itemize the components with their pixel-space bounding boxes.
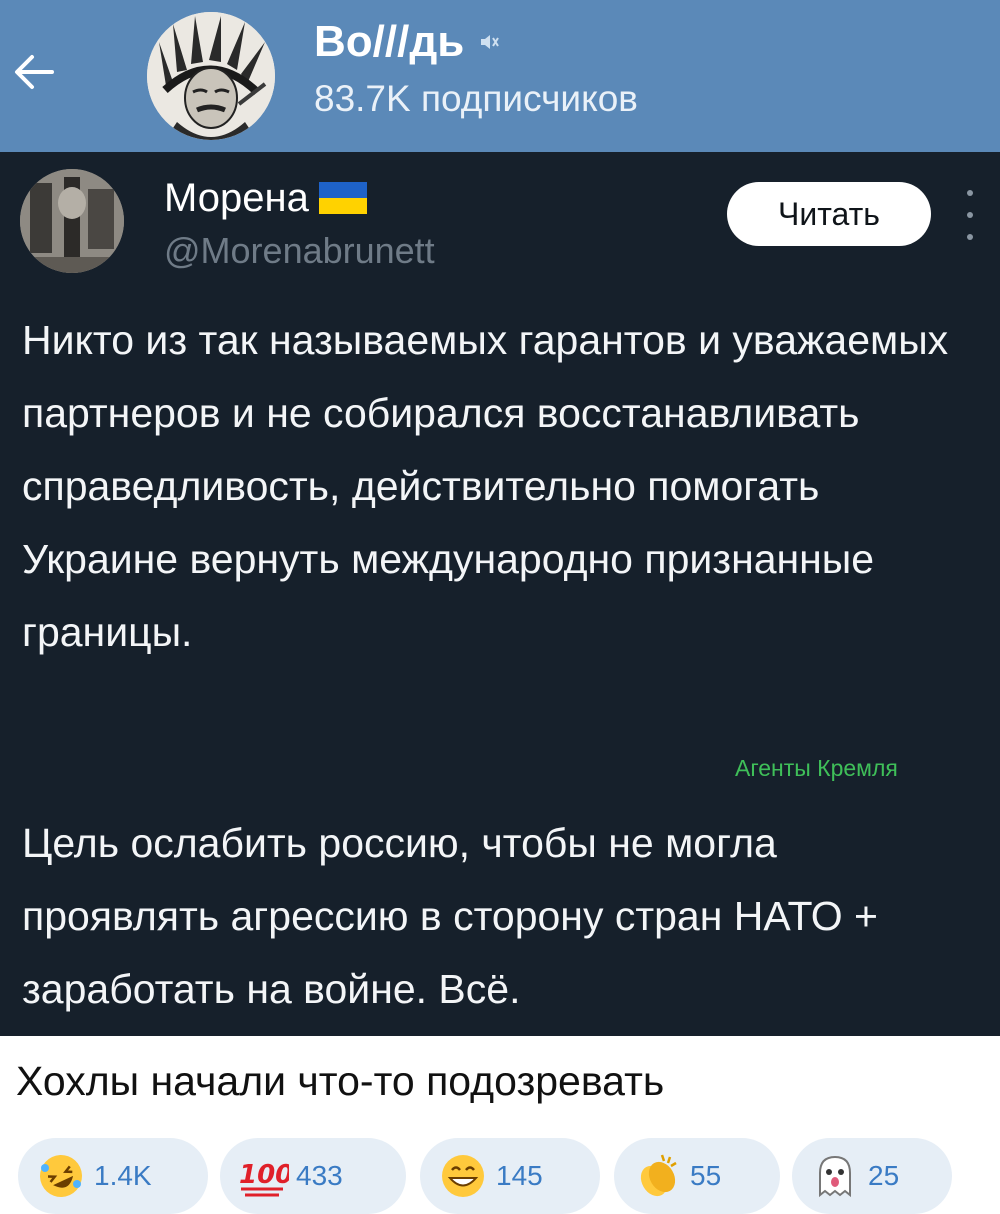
reaction-count: 433 [296, 1160, 343, 1191]
back-button[interactable] [6, 44, 62, 100]
reaction-hundred-points[interactable]: 100 433 [220, 1138, 406, 1214]
tweet-author-avatar-image [20, 169, 124, 273]
channel-header: Во///дь 83.7K подписчиков [0, 0, 1000, 152]
arrow-left-icon [15, 55, 54, 89]
channel-avatar[interactable] [147, 12, 275, 140]
tweet-author-handle: @Morenabrunett [164, 230, 435, 271]
clapping-hands-emoji-icon [630, 1149, 684, 1203]
reaction-grinning[interactable]: 145 [420, 1138, 600, 1214]
post-caption: Хохлы начали что-то подозревать [16, 1058, 665, 1104]
ukraine-flag-icon [318, 182, 367, 214]
reaction-rolling-laughing[interactable]: 1.4K [18, 1138, 208, 1214]
tweet-author-name: Морена [164, 175, 309, 220]
reaction-clapping[interactable]: 55 [614, 1138, 780, 1214]
reaction-ghost[interactable]: 25 [792, 1138, 952, 1214]
subscriber-count: 83.7K подписчиков [314, 78, 638, 119]
tweet-paragraph-2: Цель ослабить россию, чтобы не могла про… [22, 820, 878, 1012]
tweet-author-name-row: Морена [164, 174, 367, 222]
channel-title-row[interactable]: Во///дь [314, 12, 500, 72]
tweet-author-avatar [20, 169, 124, 273]
muted-speaker-icon [481, 35, 500, 49]
read-button[interactable]: Читать [727, 182, 931, 246]
channel-title: Во///дь [314, 17, 465, 66]
channel-avatar-image [147, 12, 275, 140]
reactions-bar: 1.4K 100 433 145 55 25 [0, 1138, 1000, 1214]
hundred-points-emoji-icon: 100 [236, 1149, 290, 1203]
svg-text:100: 100 [239, 1160, 289, 1190]
reaction-count: 1.4K [94, 1160, 152, 1191]
reaction-count: 25 [868, 1160, 900, 1191]
reaction-count: 55 [690, 1160, 722, 1191]
rolling-laughing-emoji-icon [34, 1149, 88, 1203]
watermark-label: Агенты Кремля [735, 755, 898, 781]
reaction-count: 145 [496, 1160, 543, 1191]
more-options-icon[interactable] [958, 190, 982, 240]
grinning-face-emoji-icon [436, 1149, 490, 1203]
tweet-paragraph-1: Никто из так называемых гарантов и уважа… [22, 317, 949, 655]
tweet-screenshot: Морена @Morenabrunett Читать Никто из та… [0, 152, 1000, 1036]
ghost-emoji-icon [808, 1149, 862, 1203]
